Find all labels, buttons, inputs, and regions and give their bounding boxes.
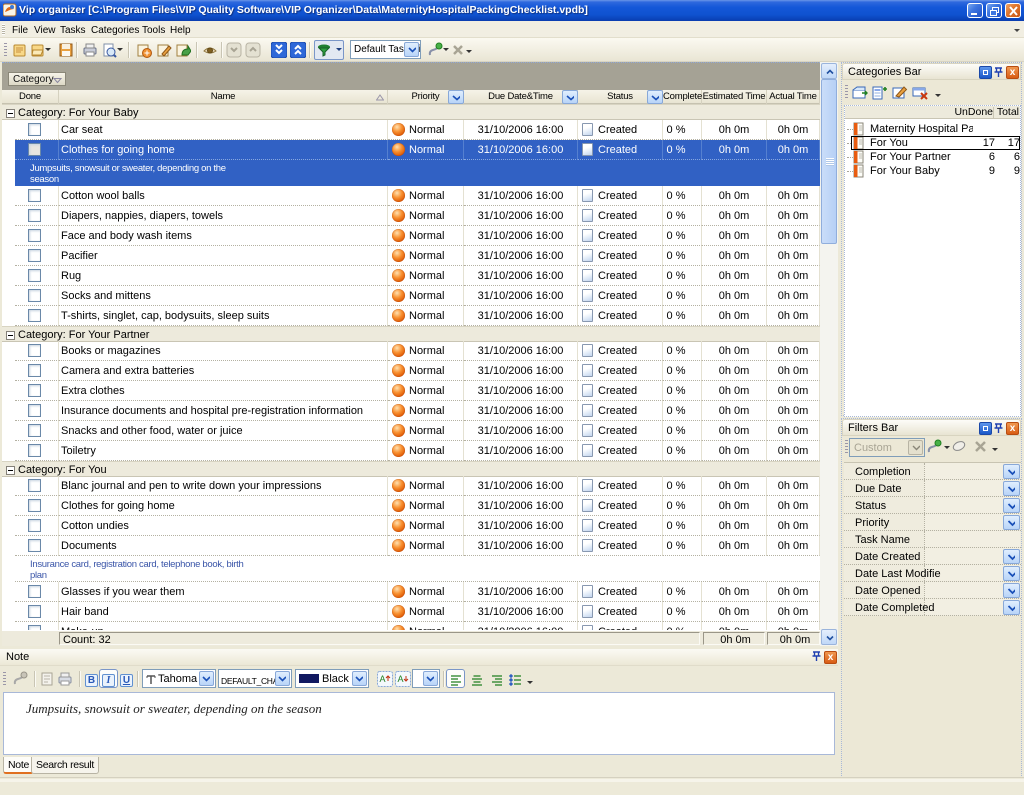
svg-text:A: A: [380, 674, 386, 684]
svg-text:A: A: [398, 674, 404, 684]
